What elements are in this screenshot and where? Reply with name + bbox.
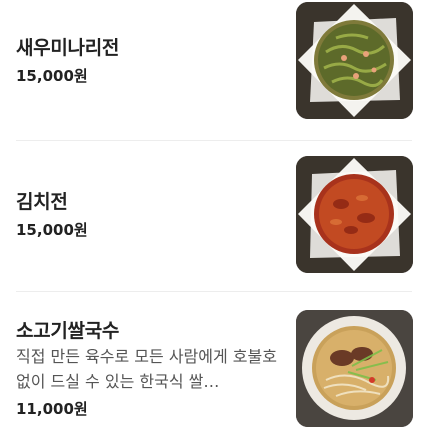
menu-list: 새우미나리전 15,000원 김치전 15,000원 소고기쌀국수 직접 만든 … (0, 0, 421, 436)
menu-item-description: 직접 만든 육수로 모든 사람에게 호불호 없이 드실 수 있는 한국식 쌀… (16, 347, 277, 391)
menu-item-price: 15,000원 (16, 221, 88, 239)
menu-item-kimchi-pancake[interactable]: 김치전 15,000원 (0, 155, 421, 291)
kimchi-pancake-photo (296, 156, 413, 273)
menu-item-price: 11,000원 (16, 400, 88, 418)
beef-rice-noodle-soup-photo (296, 310, 413, 427)
menu-item-name: 김치전 (16, 191, 68, 213)
menu-item-price: 15,000원 (16, 67, 88, 85)
item-divider (16, 140, 412, 141)
menu-item-beef-rice-noodle-soup[interactable]: 소고기쌀국수 직접 만든 육수로 모든 사람에게 호불호 없이 드실 수 있는 … (0, 292, 421, 436)
seafood-pancake-photo (296, 2, 413, 119)
menu-item-name: 새우미나리전 (16, 37, 120, 59)
menu-item-name: 소고기쌀국수 (16, 320, 120, 342)
menu-item-shrimp-minari-pancake[interactable]: 새우미나리전 15,000원 (0, 0, 421, 136)
